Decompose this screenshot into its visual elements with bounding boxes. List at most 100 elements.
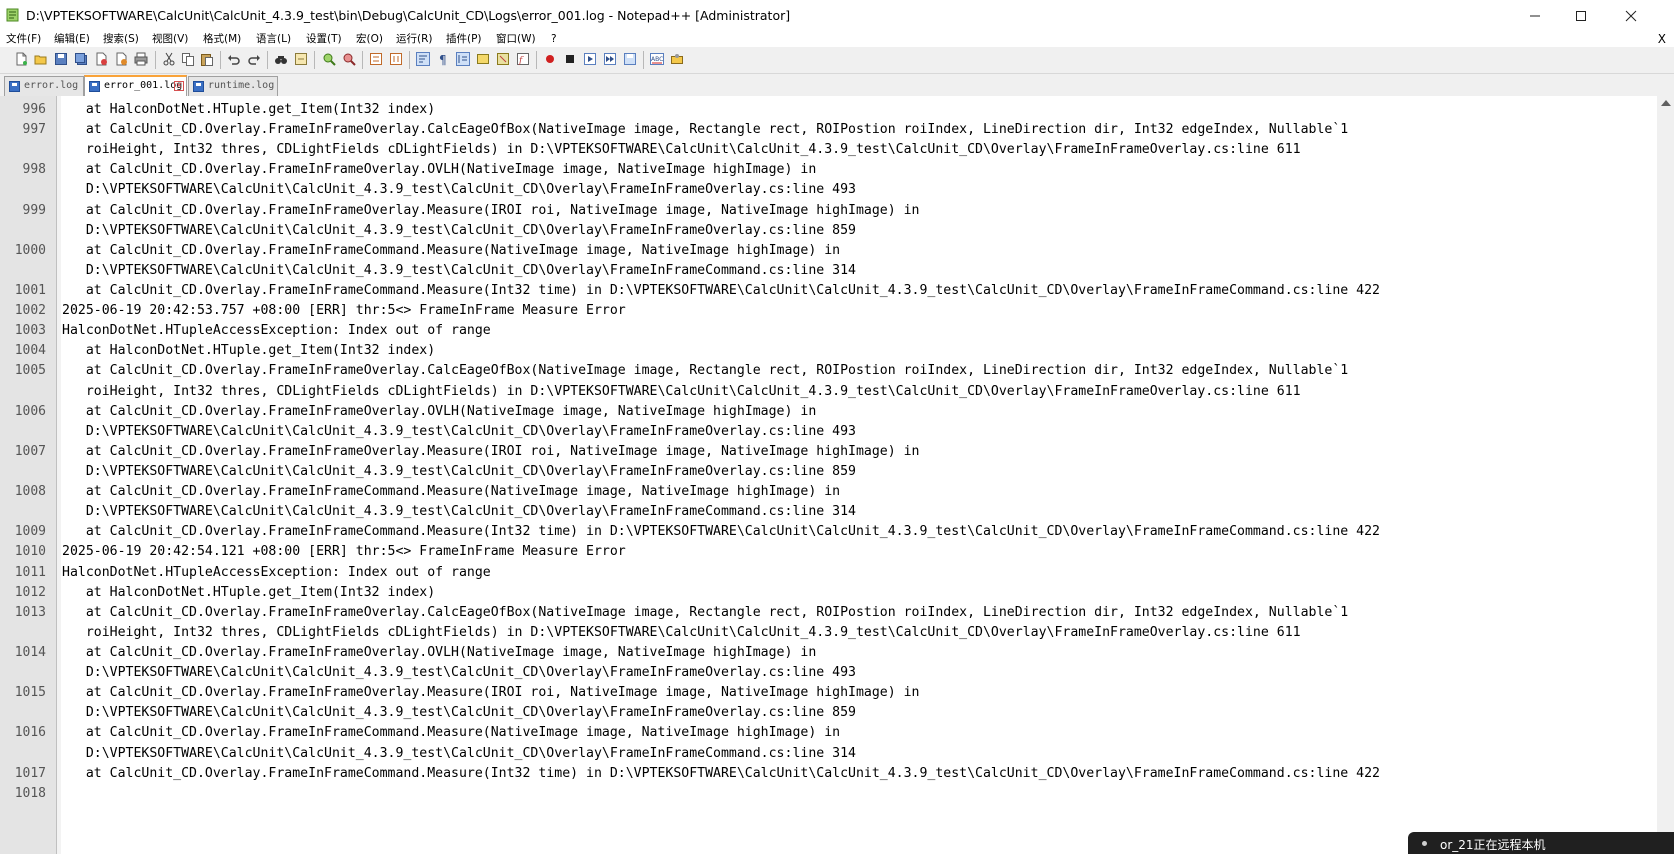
editor-line[interactable]: 1002 2025-06-19 20:42:53.757 +08:00 [ERR]… bbox=[0, 301, 1660, 321]
line-text[interactable]: HalconDotNet.HTupleAccessException: Inde… bbox=[62, 563, 491, 583]
function-list-icon[interactable]: f bbox=[516, 52, 530, 66]
editor-area[interactable]: 996 at HalconDotNet.HTuple.get_Item(Int3… bbox=[0, 96, 1674, 854]
editor-line[interactable]: roiHeight, Int32 thres, CDLightFields cD… bbox=[0, 382, 1660, 402]
replace-icon[interactable] bbox=[294, 52, 308, 66]
minimize-button[interactable] bbox=[1512, 0, 1558, 32]
editor-line[interactable]: D:\VPTEKSOFTWARE\CalcUnit\CalcUnit_4.3.9… bbox=[0, 663, 1660, 683]
editor-line[interactable]: 1008 at CalcUnit_CD.Overlay.FrameInFrame… bbox=[0, 482, 1660, 502]
tab-runtime-log[interactable]: runtime.log bbox=[188, 76, 278, 96]
user-defined-language-icon[interactable] bbox=[476, 52, 490, 66]
line-text[interactable]: at CalcUnit_CD.Overlay.FrameInFrameOverl… bbox=[62, 402, 816, 422]
editor-line[interactable]: 1007 at CalcUnit_CD.Overlay.FrameInFrame… bbox=[0, 442, 1660, 462]
menu-help[interactable]: ? bbox=[551, 32, 557, 46]
menu-settings[interactable]: 设置(T) bbox=[306, 32, 342, 46]
menu-view[interactable]: 视图(V) bbox=[152, 32, 188, 46]
line-text[interactable]: 2025-06-19 20:42:53.757 +08:00 [ERR] thr… bbox=[62, 301, 626, 321]
print-icon[interactable] bbox=[134, 52, 148, 66]
line-text[interactable]: D:\VPTEKSOFTWARE\CalcUnit\CalcUnit_4.3.9… bbox=[62, 462, 856, 482]
menu-macro[interactable]: 宏(O) bbox=[356, 32, 383, 46]
line-text[interactable]: at CalcUnit_CD.Overlay.FrameInFrameOverl… bbox=[62, 603, 1348, 623]
editor-line[interactable]: D:\VPTEKSOFTWARE\CalcUnit\CalcUnit_4.3.9… bbox=[0, 502, 1660, 522]
editor-line[interactable]: 1003 HalconDotNet.HTupleAccessException: … bbox=[0, 321, 1660, 341]
line-text[interactable]: at CalcUnit_CD.Overlay.FrameInFrameOverl… bbox=[62, 120, 1348, 140]
editor-line[interactable]: 1014 at CalcUnit_CD.Overlay.FrameInFrame… bbox=[0, 643, 1660, 663]
editor-line[interactable]: 1012 at HalconDotNet.HTuple.get_Item(Int… bbox=[0, 583, 1660, 603]
menu-search[interactable]: 搜索(S) bbox=[103, 32, 139, 46]
save-all-icon[interactable] bbox=[74, 52, 88, 66]
line-text[interactable]: at CalcUnit_CD.Overlay.FrameInFrameComma… bbox=[62, 482, 840, 502]
line-text[interactable]: D:\VPTEKSOFTWARE\CalcUnit\CalcUnit_4.3.9… bbox=[62, 703, 856, 723]
editor-line[interactable]: D:\VPTEKSOFTWARE\CalcUnit\CalcUnit_4.3.9… bbox=[0, 221, 1660, 241]
line-text[interactable]: roiHeight, Int32 thres, CDLightFields cD… bbox=[62, 382, 1301, 402]
maximize-button[interactable] bbox=[1558, 0, 1604, 32]
play-macro-icon[interactable] bbox=[583, 52, 597, 66]
line-text[interactable]: 2025-06-19 20:42:54.121 +08:00 [ERR] thr… bbox=[62, 542, 626, 562]
line-text[interactable]: D:\VPTEKSOFTWARE\CalcUnit\CalcUnit_4.3.9… bbox=[62, 422, 856, 442]
line-text[interactable]: D:\VPTEKSOFTWARE\CalcUnit\CalcUnit_4.3.9… bbox=[62, 502, 856, 522]
line-text[interactable]: HalconDotNet.HTupleAccessException: Inde… bbox=[62, 321, 491, 341]
spell-check-icon[interactable]: ABC bbox=[650, 52, 664, 66]
find-icon[interactable] bbox=[274, 52, 288, 66]
line-text[interactable]: D:\VPTEKSOFTWARE\CalcUnit\CalcUnit_4.3.9… bbox=[62, 663, 856, 683]
editor-line[interactable]: roiHeight, Int32 thres, CDLightFields cD… bbox=[0, 140, 1660, 160]
editor-line[interactable]: 1015 at CalcUnit_CD.Overlay.FrameInFrame… bbox=[0, 683, 1660, 703]
copy-icon[interactable] bbox=[181, 52, 195, 66]
editor-text[interactable]: 996 at HalconDotNet.HTuple.get_Item(Int3… bbox=[0, 100, 1660, 804]
menu-format[interactable]: 格式(M) bbox=[203, 32, 241, 46]
line-text[interactable]: D:\VPTEKSOFTWARE\CalcUnit\CalcUnit_4.3.9… bbox=[62, 180, 856, 200]
open-file-icon[interactable] bbox=[34, 52, 48, 66]
undo-icon[interactable] bbox=[227, 52, 241, 66]
editor-line[interactable]: 1017 at CalcUnit_CD.Overlay.FrameInFrame… bbox=[0, 764, 1660, 784]
menu-run[interactable]: 运行(R) bbox=[396, 32, 433, 46]
editor-line[interactable]: 996 at HalconDotNet.HTuple.get_Item(Int3… bbox=[0, 100, 1660, 120]
stop-macro-icon[interactable] bbox=[563, 52, 577, 66]
paste-icon[interactable] bbox=[200, 52, 214, 66]
menu-plugins[interactable]: 插件(P) bbox=[446, 32, 482, 46]
line-text[interactable]: roiHeight, Int32 thres, CDLightFields cD… bbox=[62, 140, 1301, 160]
new-file-icon[interactable] bbox=[14, 52, 28, 66]
line-text[interactable]: at CalcUnit_CD.Overlay.FrameInFrameOverl… bbox=[62, 683, 920, 703]
editor-line[interactable]: D:\VPTEKSOFTWARE\CalcUnit\CalcUnit_4.3.9… bbox=[0, 462, 1660, 482]
menu-file[interactable]: 文件(F) bbox=[6, 32, 41, 46]
sync-horizontal-icon[interactable] bbox=[389, 52, 403, 66]
close-document-button[interactable]: X bbox=[1658, 32, 1666, 46]
save-icon[interactable] bbox=[54, 52, 68, 66]
run-macro-multiple-icon[interactable] bbox=[603, 52, 617, 66]
line-text[interactable]: at CalcUnit_CD.Overlay.FrameInFrameComma… bbox=[62, 522, 1380, 542]
editor-line[interactable]: 1011 HalconDotNet.HTupleAccessException: … bbox=[0, 563, 1660, 583]
vertical-scrollbar[interactable] bbox=[1657, 96, 1674, 854]
line-text[interactable]: D:\VPTEKSOFTWARE\CalcUnit\CalcUnit_4.3.9… bbox=[62, 221, 856, 241]
editor-line[interactable]: 1009 at CalcUnit_CD.Overlay.FrameInFrame… bbox=[0, 522, 1660, 542]
line-text[interactable]: D:\VPTEKSOFTWARE\CalcUnit\CalcUnit_4.3.9… bbox=[62, 261, 856, 281]
editor-line[interactable]: D:\VPTEKSOFTWARE\CalcUnit\CalcUnit_4.3.9… bbox=[0, 261, 1660, 281]
editor-line[interactable]: 1013 at CalcUnit_CD.Overlay.FrameInFrame… bbox=[0, 603, 1660, 623]
line-text[interactable]: at CalcUnit_CD.Overlay.FrameInFrameOverl… bbox=[62, 442, 920, 462]
editor-line[interactable]: 1000 at CalcUnit_CD.Overlay.FrameInFrame… bbox=[0, 241, 1660, 261]
line-text[interactable]: at CalcUnit_CD.Overlay.FrameInFrameComma… bbox=[62, 764, 1380, 784]
line-text[interactable]: at HalconDotNet.HTuple.get_Item(Int32 in… bbox=[62, 583, 435, 603]
plugin-icon[interactable] bbox=[670, 52, 684, 66]
editor-line[interactable]: 1005 at CalcUnit_CD.Overlay.FrameInFrame… bbox=[0, 361, 1660, 381]
zoom-in-icon[interactable] bbox=[322, 52, 336, 66]
menu-language[interactable]: 语言(L) bbox=[256, 32, 291, 46]
close-window-button[interactable] bbox=[1608, 0, 1654, 32]
editor-line[interactable]: 1001 at CalcUnit_CD.Overlay.FrameInFrame… bbox=[0, 281, 1660, 301]
scroll-up-arrow-icon[interactable] bbox=[1661, 100, 1671, 106]
line-text[interactable]: at CalcUnit_CD.Overlay.FrameInFrameOverl… bbox=[62, 643, 816, 663]
line-text[interactable]: roiHeight, Int32 thres, CDLightFields cD… bbox=[62, 623, 1301, 643]
line-text[interactable]: at CalcUnit_CD.Overlay.FrameInFrameOverl… bbox=[62, 160, 816, 180]
close-tab-icon[interactable]: × bbox=[174, 81, 184, 91]
tab-error-001-log[interactable]: error_001.log × bbox=[84, 75, 187, 96]
editor-line[interactable]: 1004 at HalconDotNet.HTuple.get_Item(Int… bbox=[0, 341, 1660, 361]
editor-line[interactable]: 997 at CalcUnit_CD.Overlay.FrameInFrameO… bbox=[0, 120, 1660, 140]
line-text[interactable]: at CalcUnit_CD.Overlay.FrameInFrameOverl… bbox=[62, 201, 920, 221]
editor-line[interactable]: roiHeight, Int32 thres, CDLightFields cD… bbox=[0, 623, 1660, 643]
editor-line[interactable]: 1010 2025-06-19 20:42:54.121 +08:00 [ERR]… bbox=[0, 542, 1660, 562]
editor-line[interactable]: 1018 bbox=[0, 784, 1660, 804]
editor-line[interactable]: 1016 at CalcUnit_CD.Overlay.FrameInFrame… bbox=[0, 723, 1660, 743]
record-macro-icon[interactable] bbox=[543, 52, 557, 66]
menu-edit[interactable]: 编辑(E) bbox=[54, 32, 90, 46]
line-text[interactable]: at CalcUnit_CD.Overlay.FrameInFrameComma… bbox=[62, 723, 840, 743]
save-macro-icon[interactable] bbox=[623, 52, 637, 66]
line-text[interactable]: at CalcUnit_CD.Overlay.FrameInFrameComma… bbox=[62, 281, 1380, 301]
